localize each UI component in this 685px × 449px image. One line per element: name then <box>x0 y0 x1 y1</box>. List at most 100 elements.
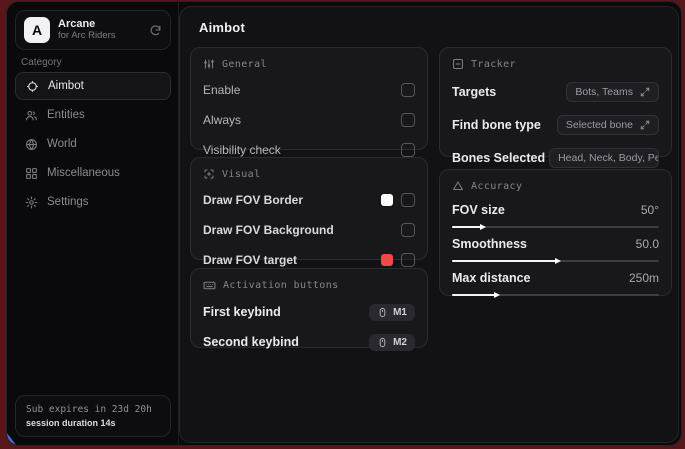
accuracy-card: Accuracy FOV size 50° Smoothness 50.0 <box>439 169 672 296</box>
app-name: Arcane <box>58 18 141 31</box>
visual-card: Visual Draw FOV Border Draw FOV Backgrou… <box>190 157 428 260</box>
setting-label: Max distance <box>452 271 531 285</box>
keybind-value: M2 <box>393 337 407 348</box>
entities-icon <box>25 109 38 122</box>
first-keybind-button[interactable]: M1 <box>369 304 415 321</box>
setting-row-first-keybind: First keybind M1 <box>203 301 415 323</box>
setting-label: Visibility check <box>203 143 281 157</box>
focus-icon <box>203 168 215 180</box>
second-keybind-button[interactable]: M2 <box>369 334 415 351</box>
targets-dropdown[interactable]: Bots, Teams <box>566 82 659 102</box>
setting-label: Draw FOV target <box>203 253 297 267</box>
fov-border-color-swatch[interactable] <box>381 194 393 206</box>
gear-icon <box>25 196 38 209</box>
always-checkbox[interactable] <box>401 113 415 127</box>
setting-label: Always <box>203 113 241 127</box>
dropdown-value: Bots, Teams <box>575 86 633 98</box>
slider-group-max-distance: Max distance 250m <box>452 269 659 296</box>
setting-label: Enable <box>203 83 240 97</box>
enable-checkbox[interactable] <box>401 83 415 97</box>
activation-buttons-card: Activation buttons First keybind M1 Seco… <box>190 268 428 348</box>
visual-card-header: Visual <box>203 168 415 180</box>
sidebar: A Arcane for Arc Riders Category Aimbot <box>7 2 179 445</box>
refresh-icon[interactable] <box>149 24 162 37</box>
sidebar-item-entities[interactable]: Entities <box>15 101 171 129</box>
mouse-icon <box>377 307 388 318</box>
app-logo-card: A Arcane for Arc Riders <box>15 10 171 50</box>
tracker-card-title: Tracker <box>471 59 516 70</box>
slider-thumb[interactable] <box>555 258 561 264</box>
accuracy-card-header: Accuracy <box>452 180 659 192</box>
general-card-title: General <box>222 59 267 70</box>
fov-size-slider[interactable] <box>452 226 659 228</box>
keyboard-icon <box>203 279 216 292</box>
tracker-card-header: Tracker <box>452 58 659 70</box>
subscription-info-card: Sub expires in 23d 20h session duration … <box>15 395 171 437</box>
fov-size-value: 50° <box>641 203 659 217</box>
sidebar-item-aimbot[interactable]: Aimbot <box>15 72 171 100</box>
sidebar-item-world[interactable]: World <box>15 130 171 158</box>
sidebar-item-miscellaneous[interactable]: Miscellaneous <box>15 159 171 187</box>
sidebar-item-settings[interactable]: Settings <box>15 188 171 216</box>
slider-thumb[interactable] <box>480 224 486 230</box>
slider-fill <box>452 226 481 228</box>
visibility-check-checkbox[interactable] <box>401 143 415 157</box>
slider-thumb[interactable] <box>494 292 500 298</box>
slider-group-fov-size: FOV size 50° <box>452 201 659 228</box>
sub-expires-text: Sub expires in 23d 20h <box>26 404 160 415</box>
setting-row-find-bone-type: Find bone type Selected bone <box>452 112 659 137</box>
sidebar-item-label: Settings <box>47 196 89 208</box>
setting-label: Smoothness <box>452 237 527 251</box>
sidebar-item-label: World <box>47 138 77 150</box>
category-label: Category <box>21 57 62 68</box>
keybind-value: M1 <box>393 307 407 318</box>
app-subtitle: for Arc Riders <box>58 31 141 42</box>
sidebar-item-label: Entities <box>47 109 85 121</box>
draw-fov-background-checkbox[interactable] <box>401 223 415 237</box>
slider-fill <box>452 260 556 262</box>
sidebar-item-label: Aimbot <box>48 80 84 92</box>
dropdown-value: Selected bone <box>566 119 633 131</box>
triangle-icon <box>452 180 464 192</box>
tracker-card: Tracker Targets Bots, Teams Find bone ty… <box>439 47 672 157</box>
session-duration-text: session duration 14s <box>26 418 160 428</box>
setting-row-bones-selected: Bones Selected Head, Neck, Body, Pe... <box>452 145 659 170</box>
crosshair-icon <box>26 80 39 93</box>
find-bone-type-dropdown[interactable]: Selected bone <box>557 115 659 135</box>
fov-target-color-swatch[interactable] <box>381 254 393 266</box>
general-card-header: General <box>203 58 415 70</box>
setting-row-enable: Enable <box>203 79 415 101</box>
app-title-block: Arcane for Arc Riders <box>58 18 141 42</box>
bones-selected-dropdown[interactable]: Head, Neck, Body, Pe... <box>549 148 659 168</box>
setting-label: Find bone type <box>452 118 541 132</box>
setting-label: Bones Selected <box>452 151 545 165</box>
setting-row-draw-fov-border: Draw FOV Border <box>203 189 415 211</box>
page-title: Aimbot <box>199 20 245 35</box>
main-panel: Aimbot General Enable Always <box>179 6 679 443</box>
setting-row-always: Always <box>203 109 415 131</box>
setting-row-targets: Targets Bots, Teams <box>452 79 659 104</box>
slider-group-smoothness: Smoothness 50.0 <box>452 235 659 262</box>
max-distance-slider[interactable] <box>452 294 659 296</box>
grid-icon <box>25 167 38 180</box>
activation-card-title: Activation buttons <box>223 280 339 291</box>
app-window: A Arcane for Arc Riders Category Aimbot <box>6 1 682 446</box>
activation-card-header: Activation buttons <box>203 279 415 292</box>
setting-label: Draw FOV Border <box>203 193 303 207</box>
minus-square-icon <box>452 58 464 70</box>
setting-label: Second keybind <box>203 335 299 349</box>
max-distance-value: 250m <box>629 271 659 285</box>
draw-fov-border-checkbox[interactable] <box>401 193 415 207</box>
setting-label: FOV size <box>452 203 505 217</box>
setting-label: Targets <box>452 85 496 99</box>
cursor-icon <box>7 433 16 445</box>
app-logo: A <box>24 17 50 43</box>
dropdown-value: Head, Neck, Body, Pe... <box>558 152 659 164</box>
mouse-icon <box>377 337 388 348</box>
slider-fill <box>452 294 495 296</box>
setting-row-second-keybind: Second keybind M2 <box>203 331 415 353</box>
draw-fov-target-checkbox[interactable] <box>401 253 415 267</box>
smoothness-value: 50.0 <box>636 237 659 251</box>
smoothness-slider[interactable] <box>452 260 659 262</box>
setting-label: Draw FOV Background <box>203 223 334 237</box>
